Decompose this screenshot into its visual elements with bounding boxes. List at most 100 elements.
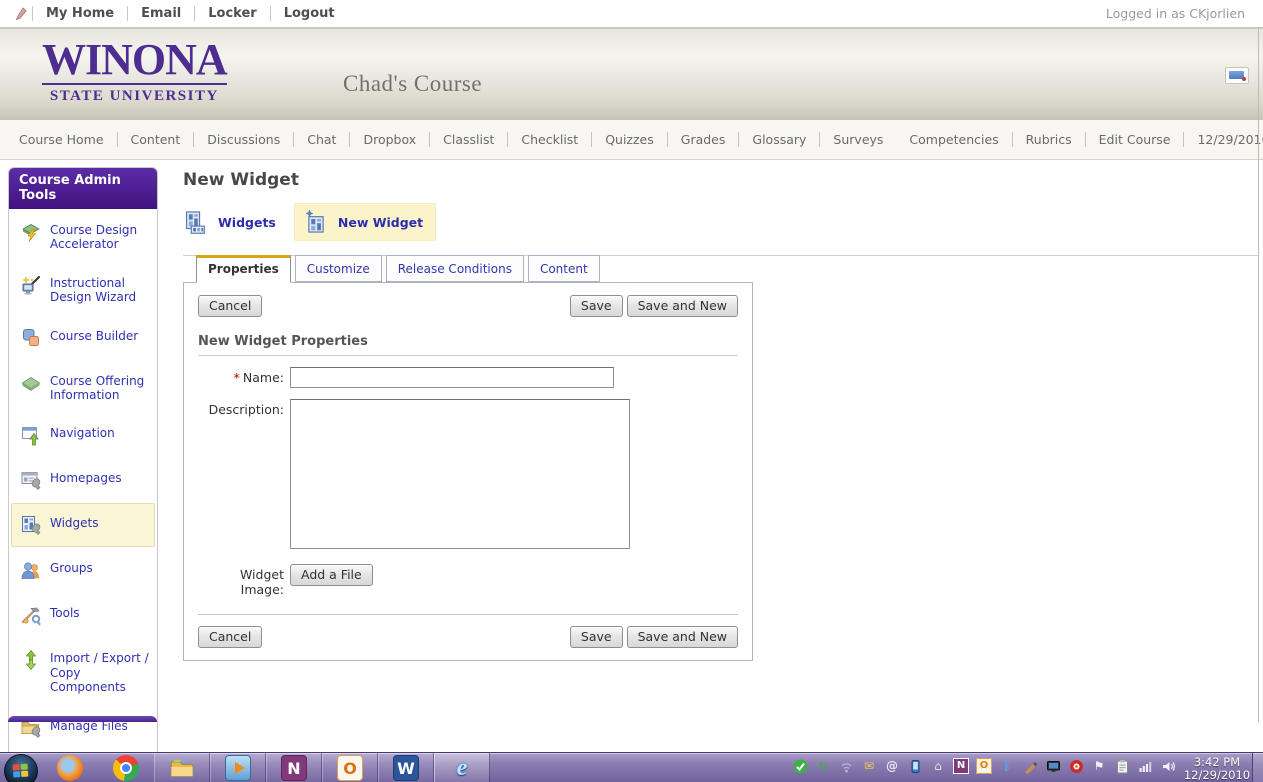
save-button-bottom[interactable]: Save — [570, 626, 623, 648]
sidebar-item-course-design-accelerator[interactable]: Course Design Accelerator — [11, 210, 155, 262]
nav-quizzes[interactable]: Quizzes — [591, 132, 667, 147]
trail-widgets-link[interactable]: Widgets — [183, 209, 276, 235]
windows-logo-icon — [4, 754, 38, 782]
course-builder-icon — [19, 326, 43, 350]
sidebar-item-navigation[interactable]: Navigation — [11, 413, 155, 457]
onenote-clip-icon[interactable]: N — [953, 758, 969, 774]
taskbar-explorer-button[interactable] — [154, 753, 210, 782]
onenote-icon: N — [281, 755, 307, 781]
pencil-icon — [10, 7, 32, 21]
volume-icon[interactable] — [1160, 758, 1176, 774]
clock-date: 12/29/2010 — [1182, 769, 1252, 782]
navbar-date: 12/29/2010 — [1183, 132, 1263, 147]
winona-logo[interactable]: WINONA STATE UNIVERSITY — [42, 38, 227, 105]
network-bars-icon[interactable] — [1137, 758, 1153, 774]
window-right-edge — [1258, 29, 1259, 722]
sidebar-item-course-builder[interactable]: Course Builder — [11, 316, 155, 360]
nav-checklist[interactable]: Checklist — [507, 132, 591, 147]
name-label: *Name: — [198, 367, 284, 388]
outlook-icon: O — [337, 755, 363, 781]
nav-discussions[interactable]: Discussions — [193, 132, 293, 147]
mail-icon[interactable]: ✉ — [861, 758, 877, 774]
name-row: *Name: — [198, 367, 738, 388]
instructional-design-wizard-icon — [19, 273, 43, 297]
description-textarea[interactable] — [290, 399, 630, 549]
taskbar-clock[interactable]: 3:42 PM 12/29/2010 — [1182, 753, 1252, 782]
cancel-button-bottom[interactable]: Cancel — [198, 626, 262, 648]
save-and-new-button-bottom[interactable]: Save and New — [627, 626, 738, 648]
office-tray-icon[interactable]: O — [976, 758, 992, 774]
taskbar-outlook-button[interactable]: O — [322, 753, 378, 782]
nav-content[interactable]: Content — [117, 132, 194, 147]
nav-glossary[interactable]: Glossary — [738, 132, 819, 147]
nav-dropbox[interactable]: Dropbox — [349, 132, 429, 147]
clipboard-icon[interactable] — [1114, 758, 1130, 774]
description-label: Description: — [198, 399, 284, 553]
logout-link[interactable]: Logout — [270, 6, 348, 21]
tab-customize[interactable]: Customize — [295, 255, 382, 282]
locker-link[interactable]: Locker — [194, 6, 269, 21]
cancel-button[interactable]: Cancel — [198, 295, 262, 317]
taskbar-onenote-button[interactable]: N — [266, 753, 322, 782]
bluetooth-icon[interactable]: ᛒ — [999, 758, 1015, 774]
nav-edit-course[interactable]: Edit Course — [1085, 132, 1184, 147]
sidebar-item-homepages[interactable]: Homepages — [11, 458, 155, 502]
email-link[interactable]: Email — [127, 6, 194, 21]
launcher-icon[interactable] — [1068, 758, 1084, 774]
home-icon[interactable]: ⌂ — [930, 758, 946, 774]
nav-course-home[interactable]: Course Home — [6, 132, 117, 147]
sidebar-item-instructional-design-wizard[interactable]: Instructional Design Wizard — [11, 263, 155, 315]
windows-taskbar: N O W e ↻ ✉ @ ⌂ N O ᛒ ⚑ — [0, 752, 1263, 782]
media-player-icon — [225, 755, 251, 781]
course-design-accelerator-icon — [19, 220, 43, 244]
tab-content[interactable]: Content — [528, 255, 600, 282]
taskbar-word-button[interactable]: W — [378, 753, 434, 782]
taskbar-media-player-button[interactable] — [210, 753, 266, 782]
sidebar-item-import-export-copy[interactable]: Import / Export / Copy Components — [11, 638, 155, 704]
nav-rubrics[interactable]: Rubrics — [1012, 132, 1085, 147]
tab-properties[interactable]: Properties — [196, 255, 291, 283]
action-center-flag-icon[interactable]: ⚑ — [1091, 758, 1107, 774]
show-desktop-button[interactable] — [1252, 753, 1263, 782]
wireless-icon[interactable] — [838, 758, 854, 774]
course-admin-tools-panel: Course Admin Tools Course Design Acceler… — [8, 167, 158, 782]
start-button[interactable] — [0, 753, 42, 782]
save-and-new-button[interactable]: Save and New — [627, 295, 738, 317]
my-home-link[interactable]: My Home — [32, 6, 127, 21]
at-icon[interactable]: @ — [884, 758, 900, 774]
sidebar-item-widgets[interactable]: Widgets — [11, 503, 155, 547]
antivirus-check-icon[interactable] — [792, 758, 808, 774]
sidebar-item-groups[interactable]: Groups — [11, 548, 155, 592]
nav-grades[interactable]: Grades — [667, 132, 739, 147]
chrome-icon — [113, 755, 139, 781]
minimize-navbar-icon[interactable] — [1225, 67, 1249, 84]
pen-input-icon[interactable] — [1022, 758, 1038, 774]
nav-competencies[interactable]: Competencies — [896, 132, 1011, 147]
required-marker: * — [234, 370, 240, 385]
widget-tabs: Properties Customize Release Conditions … — [183, 256, 1258, 282]
taskbar-firefox-button[interactable] — [42, 753, 98, 782]
name-input[interactable] — [290, 367, 614, 388]
sync-icon[interactable]: ↻ — [815, 758, 831, 774]
sidebar-item-manage-files[interactable]: Manage Files — [11, 706, 155, 750]
taskbar-chrome-button[interactable] — [98, 753, 154, 782]
phone-icon[interactable] — [907, 758, 923, 774]
add-a-file-button[interactable]: Add a File — [290, 564, 373, 586]
tab-release-conditions[interactable]: Release Conditions — [386, 255, 524, 282]
taskbar-internet-explorer-button[interactable]: e — [434, 753, 490, 782]
widget-image-row: Widget Image: Add a File — [198, 564, 738, 597]
save-button[interactable]: Save — [570, 295, 623, 317]
folder-icon — [169, 755, 195, 781]
course-banner: WINONA STATE UNIVERSITY Chad's Course — [0, 29, 1263, 120]
sidebar-title: Course Admin Tools — [9, 168, 157, 209]
import-export-copy-icon — [19, 648, 43, 672]
bottom-button-row: Cancel Save Save and New — [198, 626, 738, 648]
sidebar-item-course-offering-information[interactable]: Course Offering Information — [11, 361, 155, 413]
navbar-right-group: Competencies Rubrics Edit Course 12/29/2… — [896, 132, 1263, 147]
nav-chat[interactable]: Chat — [293, 132, 349, 147]
nav-surveys[interactable]: Surveys — [819, 132, 896, 147]
homepages-icon — [19, 468, 43, 492]
nav-classlist[interactable]: Classlist — [429, 132, 507, 147]
sidebar-item-tools[interactable]: Tools — [11, 593, 155, 637]
display-icon[interactable] — [1045, 758, 1061, 774]
